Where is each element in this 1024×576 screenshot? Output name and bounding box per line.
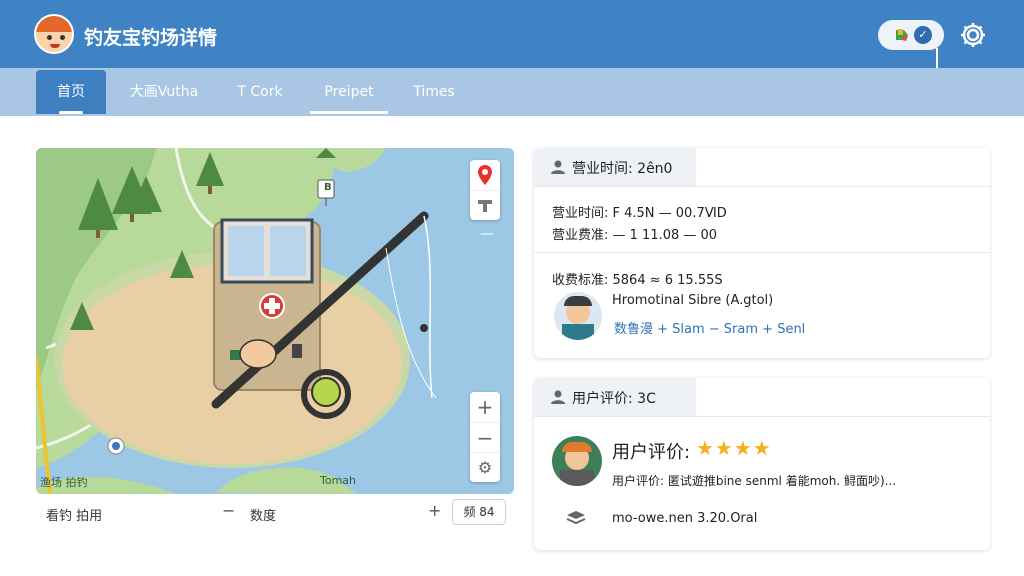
review-card-title: 用户评价: 3C (572, 391, 656, 407)
app-title: 钓友宝钓场详情 (84, 27, 218, 49)
map-label-right: Tomah (320, 474, 357, 487)
info-card-header: 营业时间: 2ên0 (534, 148, 696, 186)
location-pin-icon[interactable] (470, 160, 500, 190)
gear-icon[interactable] (958, 20, 988, 50)
map-illustration (36, 148, 514, 494)
map-marker-label: B (324, 182, 332, 193)
map-footer-middle-text: 数度 (250, 509, 277, 524)
user-icon (551, 160, 565, 174)
host-avatar (554, 292, 602, 340)
tab-2[interactable]: 大画Vutha (116, 70, 212, 114)
price-line: 收费标准: 5864 ≈ 6 15.55S (552, 273, 723, 288)
map-label-left: 渔场 拍钓 (40, 476, 88, 489)
fee-line: 营业费准: — 1 11.08 — 00 (552, 228, 718, 243)
review-footer-text: mo-owe.nen 3.20.Oral (612, 511, 758, 526)
map-footer: 看钓 拍用 − 数度 + 频 84 (36, 494, 514, 532)
share-icon[interactable] (894, 27, 910, 43)
review-text: 用户评价: 匿试遊推bine senml 着能moh. 鲟面吵)... (612, 474, 897, 488)
map-footer-left-text: 看钓 拍用 (46, 509, 103, 524)
tab-home[interactable]: 首页 (36, 70, 106, 114)
layers-icon (566, 511, 586, 525)
zoom-in-button[interactable]: + (470, 392, 500, 422)
reviewer-avatar (552, 436, 602, 486)
map-control-top (470, 160, 500, 220)
fisher-avatar-logo (34, 14, 74, 54)
host-name: Hromotinal Sibre (A.gtol) (612, 293, 774, 308)
info-card: 营业时间: 2ên0 营业时间: F 4.5N — 00.7ⅥD 营业费准: —… (534, 148, 990, 358)
map-zoom-controls: + − ⚙ (470, 392, 500, 482)
map-footer-button[interactable]: 频 84 (452, 499, 506, 525)
user-icon (551, 390, 565, 404)
map-dash-indicator: — (480, 226, 494, 242)
review-card: 用户评价: 3C 用户评价: 用户评价: 匿试遊推bine senml 着能mo… (534, 378, 990, 550)
info-card-title: 营业时间: 2ên0 (572, 161, 673, 177)
tab-4[interactable]: Preipet (310, 70, 388, 114)
layer-icon[interactable] (470, 190, 500, 220)
hours-line: 营业时间: F 4.5N — 00.7ⅥD (552, 206, 727, 221)
map-settings-icon[interactable]: ⚙ (470, 452, 500, 482)
review-card-header: 用户评价: 3C (534, 378, 696, 416)
zoom-minus-button[interactable]: − (222, 501, 235, 520)
rating-title: 用户评价: (612, 442, 691, 463)
map-view[interactable]: B 渔场 拍钓 Tomah (36, 148, 514, 494)
tab-5[interactable]: Times (400, 70, 468, 114)
zoom-plus-button[interactable]: + (428, 501, 441, 520)
header-action-pill[interactable]: ✓ (878, 20, 944, 50)
host-tags[interactable]: 数鲁漫 + Slam − Sram + Senl (614, 318, 805, 337)
shield-icon[interactable]: ✓ (914, 26, 932, 44)
tab-3[interactable]: T Cork (222, 70, 298, 114)
zoom-out-button[interactable]: − (470, 422, 500, 452)
rating-stars: ★★★★ (696, 436, 772, 460)
